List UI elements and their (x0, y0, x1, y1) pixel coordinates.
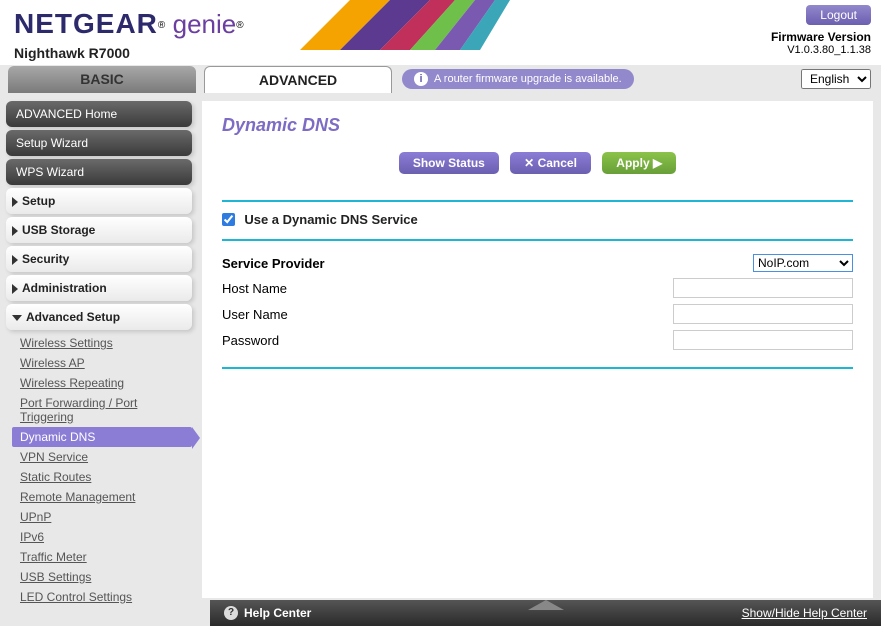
registered-icon: ® (236, 20, 243, 31)
password-input[interactable] (673, 330, 853, 350)
sidebar-item-dynamic-dns[interactable]: Dynamic DNS (12, 427, 192, 447)
sidebar-item-upnp[interactable]: UPnP (20, 507, 192, 527)
sidebar-item-wireless-ap[interactable]: Wireless AP (20, 353, 192, 373)
user-name-label: User Name (222, 301, 538, 327)
tab-basic[interactable]: BASIC (8, 66, 196, 93)
header: NETGEAR® genie® Logout Firmware Version … (0, 0, 881, 65)
chevron-right-icon (12, 284, 18, 294)
sidebar-item-traffic-meter[interactable]: Traffic Meter (20, 547, 192, 567)
chevron-right-icon (12, 255, 18, 265)
content-panel: Dynamic DNS Show Status ✕ Cancel Apply ▶… (202, 101, 873, 598)
decorative-shapes-icon (300, 0, 520, 50)
brand-genie: genie (173, 9, 237, 39)
firmware-info: Firmware Version V1.0.3.80_1.1.38 (771, 30, 871, 56)
chevron-right-icon (12, 197, 18, 207)
close-icon: ✕ (524, 156, 534, 170)
sidebar-item-ipv6[interactable]: IPv6 (20, 527, 192, 547)
button-row: Show Status ✕ Cancel Apply ▶ (222, 152, 853, 174)
service-provider-select[interactable]: NoIP.com (753, 254, 853, 272)
host-name-input[interactable] (673, 278, 853, 298)
logout-button[interactable]: Logout (806, 5, 871, 25)
ddns-form: Service Provider NoIP.com Host Name User… (222, 251, 853, 353)
nav-setup-wizard[interactable]: Setup Wizard (6, 130, 192, 156)
language-select[interactable]: English (801, 69, 871, 89)
advanced-setup-submenu: Wireless Settings Wireless AP Wireless R… (6, 333, 192, 607)
tabs-row: BASIC ADVANCED i A router firmware upgra… (0, 65, 881, 93)
nav-advanced-home[interactable]: ADVANCED Home (6, 101, 192, 127)
sidebar-item-led-control[interactable]: LED Control Settings (20, 587, 192, 607)
host-name-label: Host Name (222, 275, 538, 301)
main: ADVANCED Home Setup Wizard WPS Wizard Se… (0, 93, 881, 598)
nav-setup[interactable]: Setup (6, 188, 192, 214)
registered-icon: ® (158, 20, 165, 31)
device-name: Nighthawk R7000 (14, 45, 130, 61)
use-ddns-label: Use a Dynamic DNS Service (244, 212, 417, 227)
user-name-input[interactable] (673, 304, 853, 324)
help-center-label[interactable]: Help Center (244, 606, 311, 620)
sidebar-item-port-forwarding[interactable]: Port Forwarding / Port Triggering (20, 393, 192, 427)
firmware-label: Firmware Version (771, 30, 871, 44)
help-icon: ? (224, 606, 238, 620)
arrow-up-icon[interactable] (528, 600, 564, 610)
sidebar-item-wireless-settings[interactable]: Wireless Settings (20, 333, 192, 353)
firmware-notice[interactable]: i A router firmware upgrade is available… (402, 69, 634, 89)
footer-bar: ? Help Center Show/Hide Help Center (210, 600, 881, 626)
service-provider-label: Service Provider (222, 251, 538, 275)
nav-usb-storage[interactable]: USB Storage (6, 217, 192, 243)
show-hide-help[interactable]: Show/Hide Help Center (742, 606, 867, 620)
nav-administration[interactable]: Administration (6, 275, 192, 301)
password-label: Password (222, 327, 538, 353)
sidebar-item-wireless-repeating[interactable]: Wireless Repeating (20, 373, 192, 393)
language-dropdown[interactable]: English (801, 69, 871, 89)
nav-advanced-setup[interactable]: Advanced Setup (6, 304, 192, 330)
divider (222, 239, 853, 241)
chevron-down-icon (12, 315, 22, 321)
show-status-button[interactable]: Show Status (399, 152, 499, 174)
nav-wps-wizard[interactable]: WPS Wizard (6, 159, 192, 185)
apply-button[interactable]: Apply ▶ (602, 152, 676, 174)
notice-text: A router firmware upgrade is available. (434, 73, 622, 85)
tab-advanced[interactable]: ADVANCED (204, 66, 392, 93)
cancel-button[interactable]: ✕ Cancel (510, 152, 591, 174)
sidebar-item-remote-management[interactable]: Remote Management (20, 487, 192, 507)
divider (222, 367, 853, 369)
page-title: Dynamic DNS (222, 115, 853, 136)
sidebar-item-usb-settings[interactable]: USB Settings (20, 567, 192, 587)
chevron-right-icon (12, 226, 18, 236)
use-ddns-row: Use a Dynamic DNS Service (222, 212, 853, 227)
sidebar-item-static-routes[interactable]: Static Routes (20, 467, 192, 487)
divider (222, 200, 853, 202)
nav-security[interactable]: Security (6, 246, 192, 272)
use-ddns-checkbox[interactable] (222, 213, 235, 226)
sidebar-item-vpn-service[interactable]: VPN Service (20, 447, 192, 467)
info-icon: i (414, 72, 428, 86)
brand-netgear: NETGEAR (14, 8, 158, 39)
logo: NETGEAR® genie® (14, 8, 244, 40)
sidebar: ADVANCED Home Setup Wizard WPS Wizard Se… (0, 93, 198, 598)
firmware-version: V1.0.3.80_1.1.38 (771, 44, 871, 56)
